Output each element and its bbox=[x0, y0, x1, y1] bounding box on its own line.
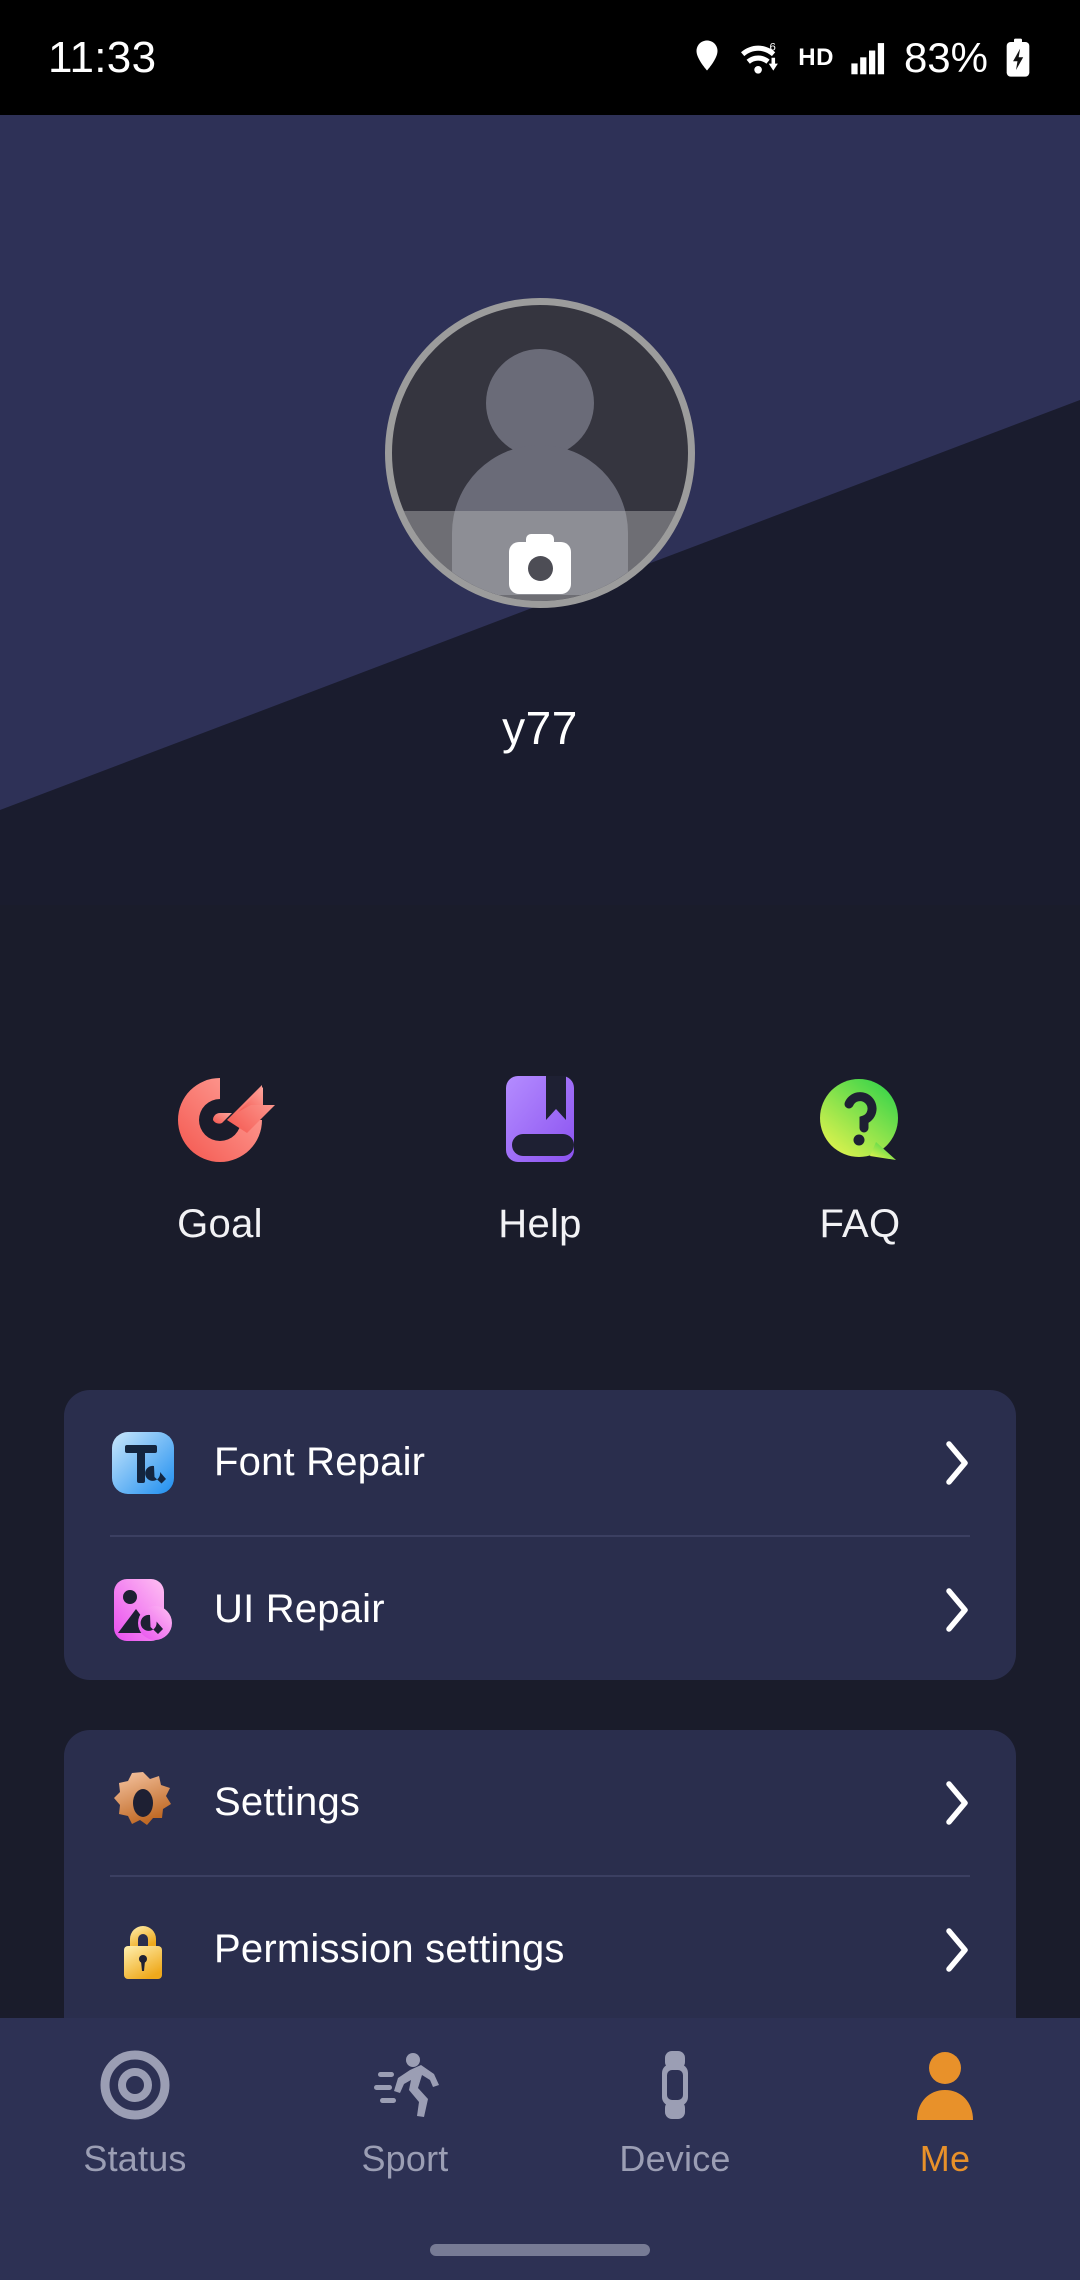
shortcut-label: Goal bbox=[177, 1202, 263, 1246]
camera-lens bbox=[527, 555, 553, 581]
chevron-right-icon[interactable] bbox=[944, 1587, 970, 1633]
nav-tab-label: Me bbox=[919, 2138, 971, 2179]
avatar-container[interactable] bbox=[385, 298, 695, 608]
app-screen: 11:33 6 HD 83% y77 Goal Help FAQ Font Re… bbox=[0, 0, 1080, 2280]
bottom-nav-items: Status Sport Device Me bbox=[0, 2042, 1080, 2212]
nav-tab-device[interactable]: Device bbox=[540, 2042, 810, 2212]
list-item-label: UI Repair bbox=[214, 1587, 385, 1631]
bottom-navigation-bar: Status Sport Device Me bbox=[0, 2018, 1080, 2280]
chevron-right-icon[interactable] bbox=[944, 1440, 970, 1486]
padlock-icon bbox=[110, 1917, 176, 1983]
shortcut-faq[interactable]: FAQ bbox=[760, 1060, 960, 1247]
person-icon bbox=[908, 2042, 982, 2128]
shortcut-help[interactable]: Help bbox=[440, 1060, 640, 1247]
svg-text:6: 6 bbox=[770, 41, 776, 53]
question-speech-bubble-icon bbox=[801, 1060, 919, 1178]
wifi-6-icon: 6 bbox=[741, 41, 779, 74]
cellular-signal-icon bbox=[851, 42, 885, 74]
book-bookmark-icon bbox=[481, 1060, 599, 1178]
avatar-head-shape bbox=[486, 349, 594, 457]
list-item-ui-repair[interactable]: UI Repair bbox=[64, 1537, 1016, 1680]
target-arrow-icon bbox=[161, 1060, 279, 1178]
status-bar-indicators: 6 HD 83% bbox=[692, 34, 1032, 82]
list-item-settings[interactable]: Settings bbox=[64, 1730, 1016, 1875]
shortcut-goal[interactable]: Goal bbox=[120, 1060, 320, 1247]
profile-header: y77 bbox=[0, 115, 1080, 905]
chevron-right-icon[interactable] bbox=[944, 1780, 970, 1826]
list-item-permission-settings[interactable]: Permission settings bbox=[64, 1877, 1016, 2022]
nav-tab-me[interactable]: Me bbox=[810, 2042, 1080, 2212]
list-item-label: Font Repair bbox=[214, 1440, 426, 1484]
list-item-font-repair[interactable]: Font Repair bbox=[64, 1390, 1016, 1535]
chevron-right-icon[interactable] bbox=[944, 1927, 970, 1973]
gesture-home-indicator[interactable] bbox=[430, 2244, 650, 2256]
running-person-icon bbox=[368, 2042, 442, 2128]
shortcut-label: Help bbox=[498, 1202, 582, 1246]
location-pin-icon bbox=[696, 40, 718, 70]
hd-icon: HD bbox=[798, 43, 834, 71]
smartwatch-icon bbox=[638, 2042, 712, 2128]
font-repair-icon bbox=[110, 1430, 176, 1496]
shortcut-label: FAQ bbox=[819, 1202, 901, 1246]
status-bar-clock: 11:33 bbox=[48, 32, 157, 82]
camera-top-notch bbox=[526, 534, 554, 546]
nav-tab-label: Sport bbox=[361, 2138, 449, 2179]
rings-status-icon bbox=[98, 2042, 172, 2128]
battery-charging-icon bbox=[1006, 38, 1030, 77]
list-item-label: Settings bbox=[214, 1780, 361, 1824]
gear-icon bbox=[110, 1770, 176, 1836]
username-label: y77 bbox=[502, 702, 578, 754]
nav-tab-label: Status bbox=[83, 2138, 187, 2179]
shortcut-row: Goal Help FAQ bbox=[0, 1060, 1080, 1247]
ui-repair-icon bbox=[110, 1577, 176, 1643]
repair-card: Font Repair UI Repair bbox=[64, 1390, 1016, 1680]
list-item-label: Permission settings bbox=[214, 1927, 565, 1971]
battery-percentage: 83% bbox=[903, 33, 988, 81]
settings-card: Settings Permission settings bbox=[64, 1730, 1016, 2060]
nav-tab-sport[interactable]: Sport bbox=[270, 2042, 540, 2212]
nav-tab-label: Device bbox=[619, 2138, 731, 2179]
nav-tab-status[interactable]: Status bbox=[0, 2042, 270, 2212]
status-bar: 11:33 6 HD 83% bbox=[0, 0, 1080, 115]
camera-icon[interactable] bbox=[509, 534, 571, 594]
